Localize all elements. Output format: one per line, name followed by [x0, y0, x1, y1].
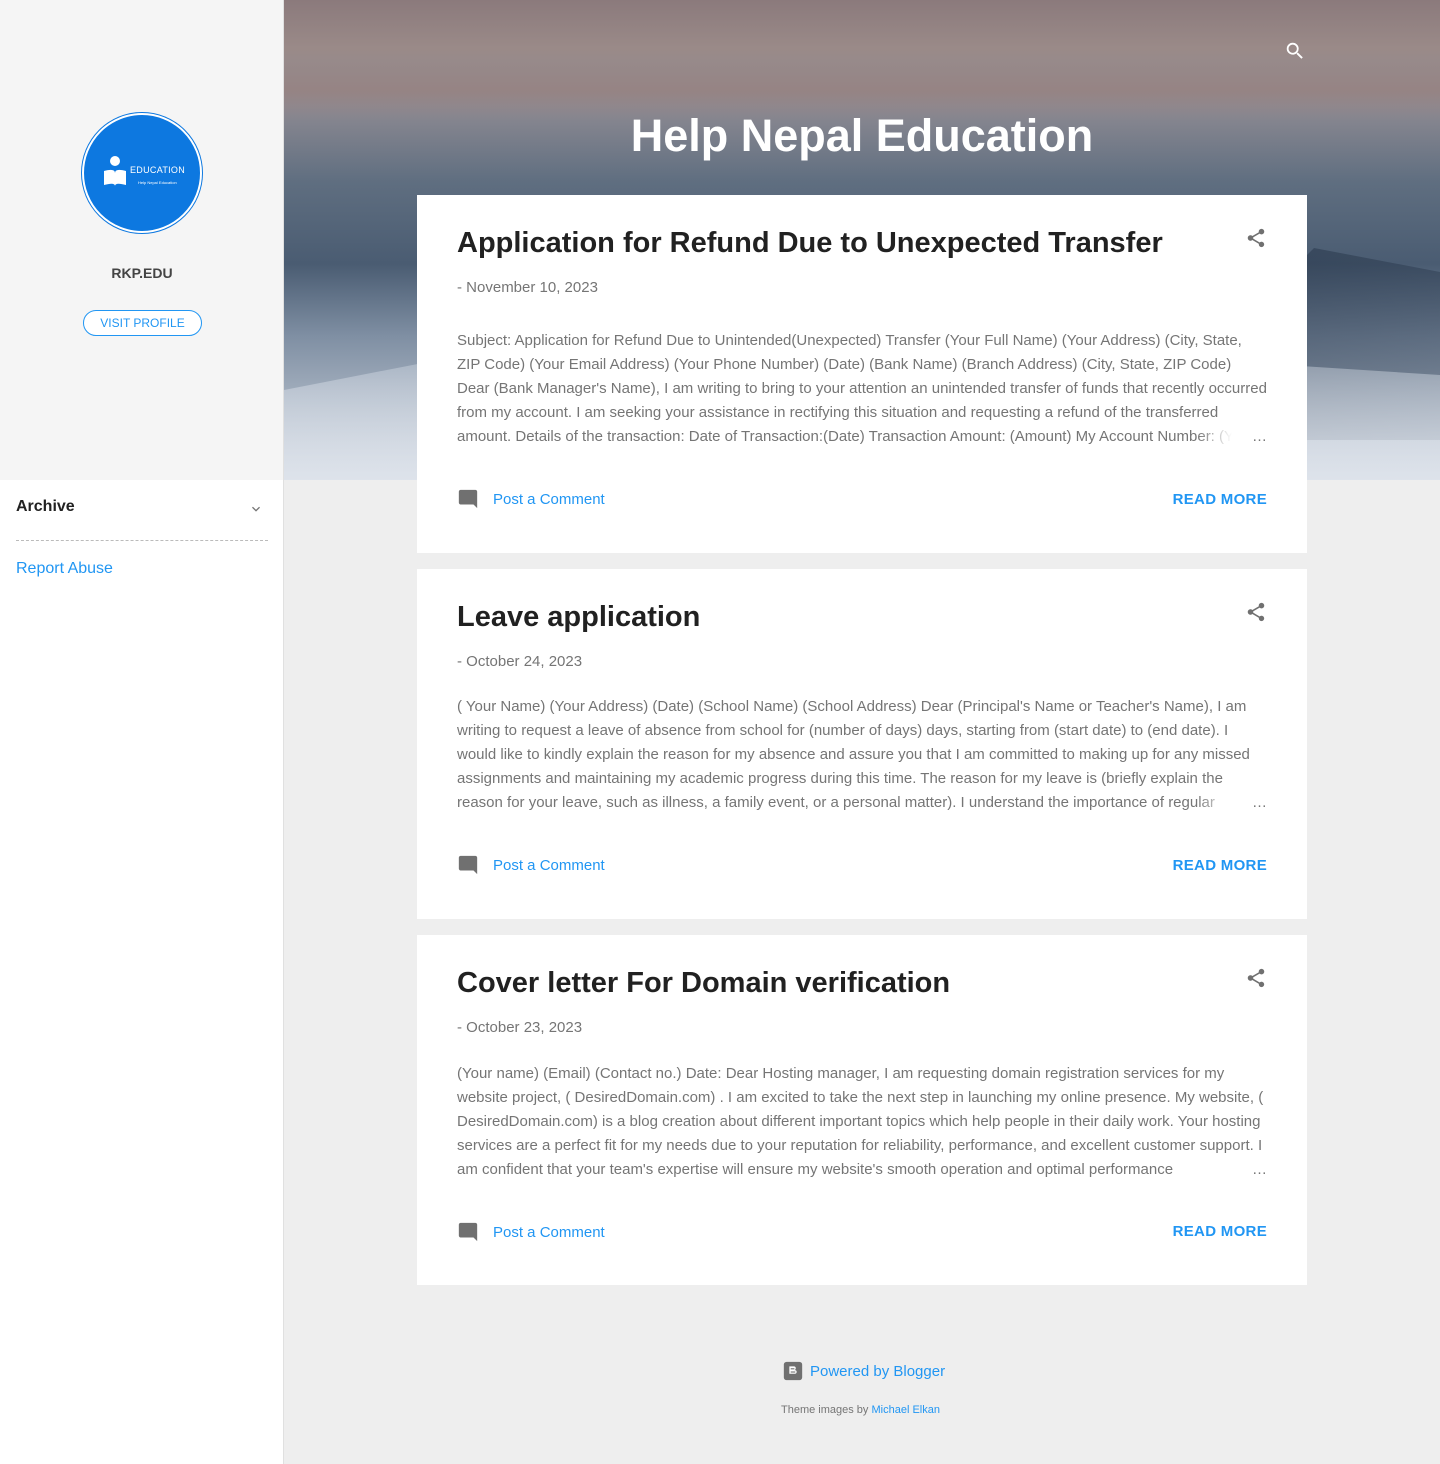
- post-date-link[interactable]: November 10, 2023: [466, 279, 598, 296]
- archive-label: Archive: [16, 498, 75, 515]
- post-snippet-text: ( Your Name) (Your Address) (Date) (Scho…: [457, 698, 1250, 811]
- theme-credit-prefix: Theme images by: [781, 1404, 869, 1416]
- blogger-icon: [783, 1361, 803, 1381]
- post-card: Leave application - October 24, 2023 ( Y…: [417, 569, 1307, 919]
- snippet-ellipsis[interactable]: …: [1197, 1158, 1267, 1182]
- snippet-ellipsis[interactable]: …: [1197, 425, 1267, 449]
- theme-author-link[interactable]: Michael Elkan: [872, 1404, 940, 1416]
- post-comment-area[interactable]: Post a Comment: [457, 854, 605, 876]
- powered-by-blogger[interactable]: Powered by Blogger: [782, 1360, 945, 1382]
- sidebar: EDUCATION Help Nepal Education RKP.EDU V…: [0, 0, 284, 1464]
- chevron-down-icon[interactable]: [248, 501, 264, 517]
- post-card: Cover letter For Domain verification - O…: [417, 935, 1307, 1285]
- post-date: - November 10, 2023: [457, 279, 598, 296]
- post-comment-area[interactable]: Post a Comment: [457, 1221, 605, 1243]
- blog-title[interactable]: Help Nepal Education: [284, 110, 1440, 162]
- avatar-logo-subtext: Help Nepal Education: [138, 180, 177, 185]
- post-snippet: ( Your Name) (Your Address) (Date) (Scho…: [457, 695, 1267, 815]
- report-abuse-link[interactable]: Report Abuse: [16, 560, 113, 578]
- post-comment-link[interactable]: Post a Comment: [493, 491, 605, 508]
- post-date-link[interactable]: October 24, 2023: [466, 653, 582, 670]
- share-icon[interactable]: [1245, 967, 1267, 989]
- archive-dropdown[interactable]: Archive: [16, 498, 268, 541]
- post-date: - October 23, 2023: [457, 1019, 582, 1036]
- post-snippet: (Your name) (Email) (Contact no.) Date: …: [457, 1062, 1267, 1182]
- date-prefix: -: [457, 653, 462, 670]
- date-prefix: -: [457, 279, 462, 296]
- post-date-link[interactable]: October 23, 2023: [466, 1019, 582, 1036]
- person-book-icon: [104, 156, 126, 186]
- avatar[interactable]: EDUCATION Help Nepal Education: [82, 113, 202, 233]
- comment-icon: [458, 489, 478, 509]
- profile-section: EDUCATION Help Nepal Education RKP.EDU V…: [0, 0, 283, 480]
- share-icon[interactable]: [1245, 601, 1267, 623]
- read-more-link[interactable]: READ MORE: [1173, 491, 1267, 508]
- powered-by-blogger-link[interactable]: Powered by Blogger: [810, 1363, 945, 1380]
- post-comment-area[interactable]: Post a Comment: [457, 488, 605, 510]
- read-more-link[interactable]: READ MORE: [1173, 857, 1267, 874]
- post-title[interactable]: Cover letter For Domain verification: [457, 965, 950, 1001]
- post-comment-link[interactable]: Post a Comment: [493, 857, 605, 874]
- post-comment-link[interactable]: Post a Comment: [493, 1224, 605, 1241]
- read-more-link[interactable]: READ MORE: [1173, 1223, 1267, 1240]
- post-snippet-text: Subject: Application for Refund Due to U…: [457, 332, 1267, 445]
- snippet-ellipsis[interactable]: …: [1197, 791, 1267, 815]
- theme-credit: Theme images by Michael Elkan: [781, 1404, 940, 1416]
- avatar-logo-text: EDUCATION: [130, 165, 186, 175]
- profile-name: RKP.EDU: [111, 265, 173, 281]
- post-title[interactable]: Leave application: [457, 599, 700, 635]
- post-snippet: Subject: Application for Refund Due to U…: [457, 329, 1267, 449]
- share-icon[interactable]: [1245, 227, 1267, 249]
- comment-icon: [458, 855, 478, 875]
- post-card: Application for Refund Due to Unexpected…: [417, 195, 1307, 553]
- date-prefix: -: [457, 1019, 462, 1036]
- search-icon[interactable]: [1284, 40, 1306, 62]
- post-snippet-text: (Your name) (Email) (Contact no.) Date: …: [457, 1065, 1264, 1178]
- post-date: - October 24, 2023: [457, 653, 582, 670]
- comment-icon: [458, 1222, 478, 1242]
- visit-profile-button[interactable]: VISIT PROFILE: [83, 310, 202, 336]
- post-title[interactable]: Application for Refund Due to Unexpected…: [457, 225, 1163, 261]
